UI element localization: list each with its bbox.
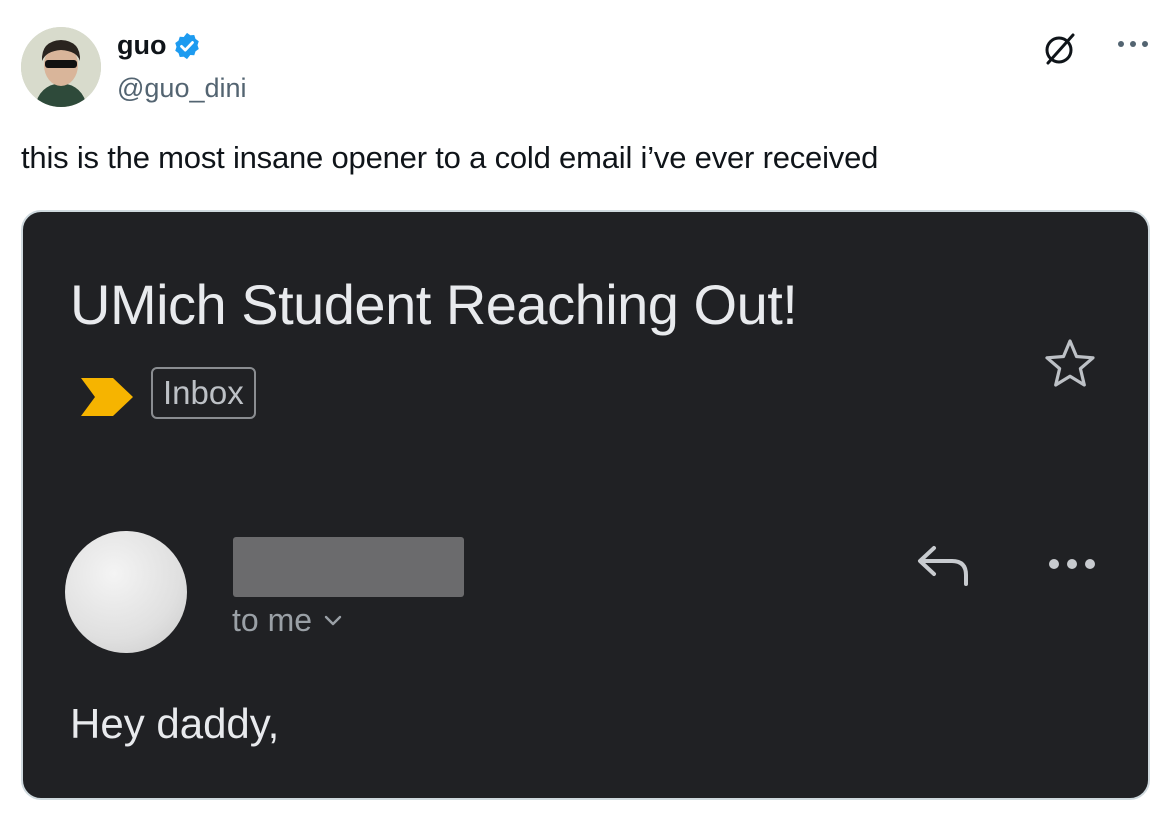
email-more-icon[interactable] [1047, 556, 1097, 572]
recipient-text: to me [232, 602, 313, 638]
grok-icon[interactable] [1040, 30, 1078, 68]
avatar-image [21, 27, 101, 107]
email-body-greeting: Hey daddy, [70, 700, 280, 747]
recipient-row[interactable]: to me [232, 602, 342, 639]
tweet-media-screenshot[interactable]: UMich Student Reaching Out! Inbox to me … [21, 210, 1150, 800]
email-subject: UMich Student Reaching Out! [70, 273, 798, 336]
sender-name-redacted [233, 537, 464, 597]
reply-icon[interactable] [916, 542, 972, 588]
verified-badge-icon [175, 32, 200, 59]
author-name[interactable]: guo [117, 30, 166, 61]
tweet-text: this is the most insane opener to a cold… [21, 140, 879, 175]
star-icon[interactable] [1041, 335, 1099, 393]
more-horizontal-icon[interactable] [1113, 34, 1153, 54]
author-name-row[interactable]: guo [117, 30, 202, 61]
chevron-down-icon[interactable] [324, 615, 342, 627]
author-handle[interactable]: @guo_dini [117, 73, 247, 104]
importance-marker-icon [81, 378, 133, 416]
inbox-label[interactable]: Inbox [151, 367, 256, 419]
author-avatar[interactable] [21, 27, 101, 107]
sender-avatar[interactable] [65, 531, 187, 653]
